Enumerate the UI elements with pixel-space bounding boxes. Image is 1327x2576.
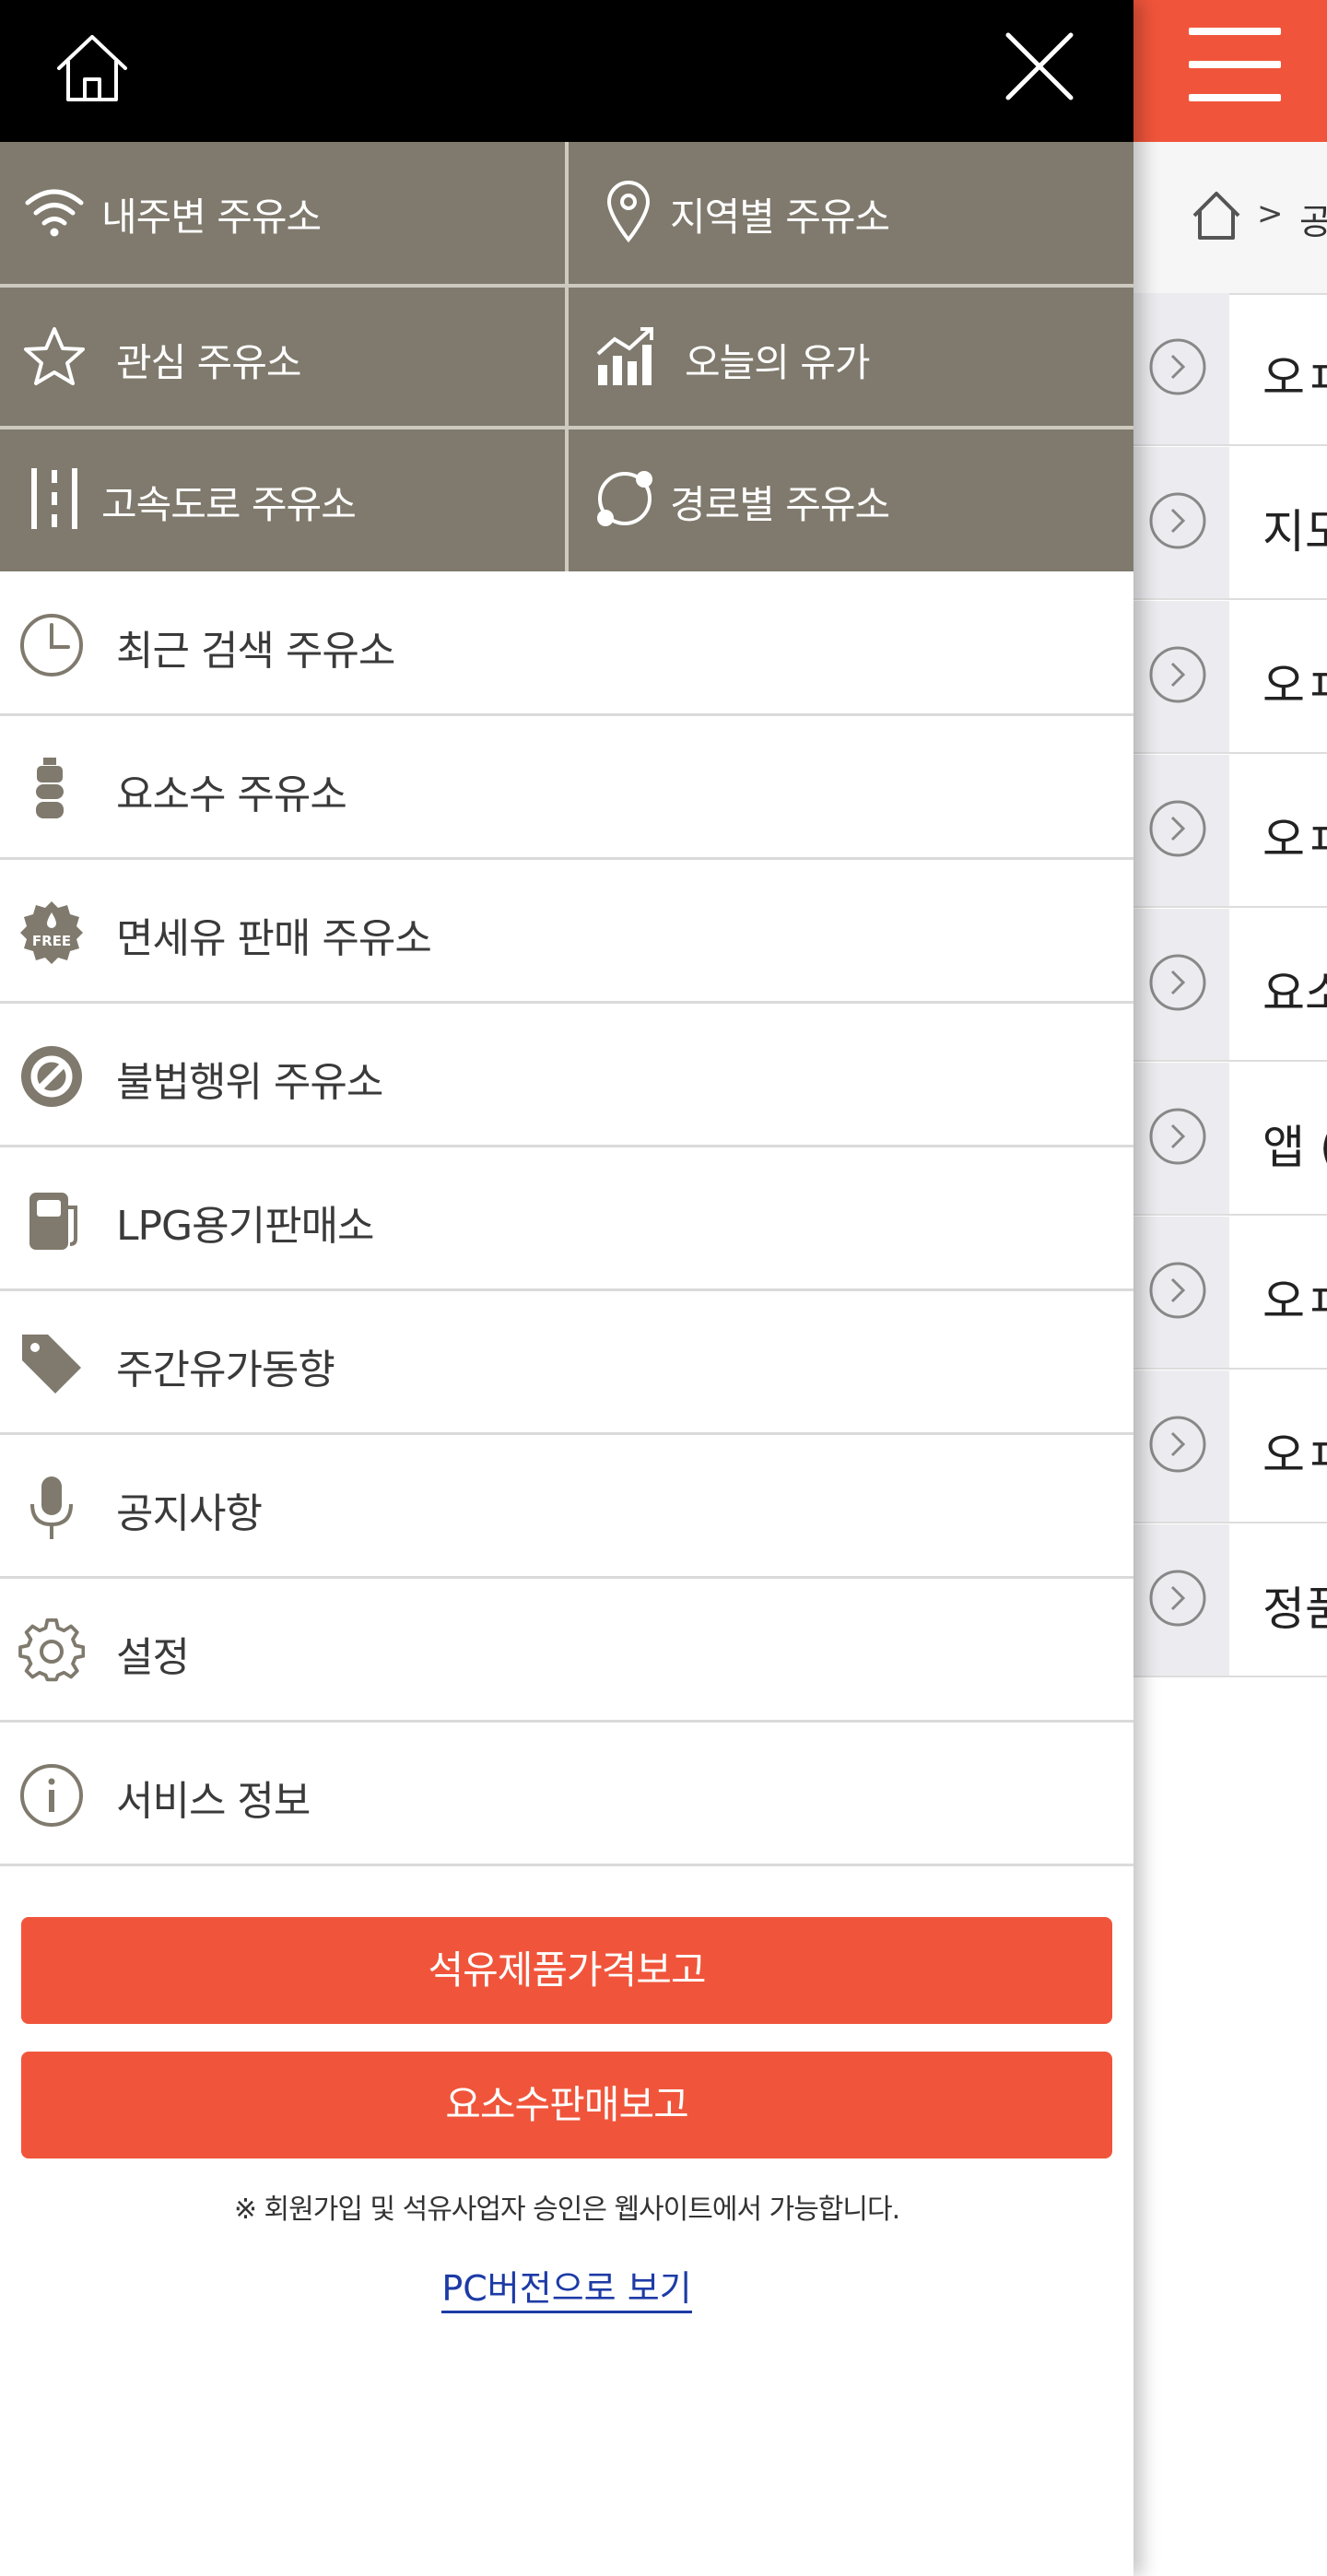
list-item[interactable]: 정품 xyxy=(1133,1524,1327,1677)
menu-item-label: LPG용기판매소 xyxy=(116,1203,375,1250)
navigation-drawer: 내주변 주유소 지역별 주유소 관심 주유소 오늘의 유가 고속도로 주유소 경… xyxy=(0,0,1133,2576)
grid-item-label: 경로별 주유소 xyxy=(670,482,890,527)
lpg-cylinder-icon xyxy=(29,1193,77,1250)
list-item[interactable]: 오ㅍ xyxy=(1133,1370,1327,1523)
breadcrumb: > 공 xyxy=(1133,142,1327,295)
grid-item-highway-stations[interactable]: 고속도로 주유소 xyxy=(0,429,565,571)
grid-item-route-stations[interactable]: 경로별 주유소 xyxy=(569,429,1133,571)
menu-item-notices[interactable]: 공지사항 xyxy=(0,1434,1133,1579)
home-icon[interactable] xyxy=(53,29,131,107)
location-pin-icon xyxy=(606,181,651,243)
list-item[interactable]: 오ㅍ xyxy=(1133,1217,1327,1370)
menu-item-urea-stations[interactable]: 요소수 주유소 xyxy=(0,715,1133,860)
grid-item-today-price[interactable]: 오늘의 유가 xyxy=(569,288,1133,429)
grid-item-nearby-stations[interactable]: 내주변 주유소 xyxy=(0,142,565,284)
hamburger-bar xyxy=(1189,61,1281,68)
menu-item-recent-search[interactable]: 최근 검색 주유소 xyxy=(0,571,1133,716)
menu-item-label: 요소수 주유소 xyxy=(116,771,347,818)
signup-notice-text: ※ 회원가입 및 석유사업자 승인은 웹사이트에서 가능합니다. xyxy=(233,2194,900,2226)
menu-item-duty-free-stations[interactable]: FREE 면세유 판매 주유소 xyxy=(0,859,1133,1004)
grid-item-label: 오늘의 유가 xyxy=(685,340,871,385)
urea-bottle-icon xyxy=(36,758,64,818)
clock-icon xyxy=(20,614,83,676)
list-item-label: 지도 xyxy=(1262,505,1327,559)
home-icon[interactable] xyxy=(1189,188,1244,243)
petroleum-price-report-button[interactable]: 석유제품가격보고 xyxy=(21,1917,1112,2024)
list-item[interactable]: 지도 xyxy=(1133,447,1327,600)
chevron-circle-icon xyxy=(1149,1262,1206,1319)
list-item-label: 요소 xyxy=(1262,967,1327,1020)
wifi-icon xyxy=(25,189,84,237)
hamburger-bar xyxy=(1189,28,1281,35)
hamburger-bar xyxy=(1189,94,1281,101)
menu-item-label: 최근 검색 주유소 xyxy=(116,628,395,675)
menu-item-illegal-stations[interactable]: 불법행위 주유소 xyxy=(0,1003,1133,1147)
menu-item-weekly-price-trend[interactable]: 주간유가동향 xyxy=(0,1290,1133,1435)
info-icon xyxy=(20,1764,83,1827)
menu-item-label: 설정 xyxy=(116,1634,190,1681)
grid-item-regional-stations[interactable]: 지역별 주유소 xyxy=(569,142,1133,284)
list-item[interactable]: 오ㅍ xyxy=(1133,601,1327,754)
chevron-circle-icon xyxy=(1149,954,1206,1011)
close-icon[interactable] xyxy=(1003,29,1076,103)
star-icon xyxy=(24,327,85,385)
list-item[interactable]: 앱 ( xyxy=(1133,1063,1327,1216)
breadcrumb-current: 공 xyxy=(1299,202,1327,242)
free-badge-icon: FREE xyxy=(20,901,83,964)
highway-icon xyxy=(31,468,77,529)
list-item[interactable]: 오ㅍ xyxy=(1133,755,1327,908)
list-item[interactable]: 오ㅍ xyxy=(1133,293,1327,446)
menu-item-settings[interactable]: 설정 xyxy=(0,1578,1133,1723)
drawer-header xyxy=(0,0,1133,142)
list-item-label: 오ㅍ xyxy=(1262,813,1327,866)
grid-item-label: 지역별 주유소 xyxy=(670,194,890,240)
list-item-label: 오ㅍ xyxy=(1262,1429,1327,1482)
gear-icon xyxy=(18,1618,85,1682)
menu-item-service-info[interactable]: 서비스 정보 xyxy=(0,1722,1133,1866)
free-badge-text: FREE xyxy=(32,933,71,949)
chevron-circle-icon xyxy=(1149,338,1206,395)
grid-item-label: 관심 주유소 xyxy=(116,340,302,385)
grid-item-favorite-stations[interactable]: 관심 주유소 xyxy=(0,288,565,429)
list-item-label: 정품 xyxy=(1262,1582,1327,1636)
menu-item-label: 면세유 판매 주유소 xyxy=(116,915,432,962)
menu-item-label: 주간유가동향 xyxy=(116,1347,335,1394)
grid-item-label: 내주변 주유소 xyxy=(101,194,322,240)
list-item-label: 오ㅍ xyxy=(1262,1275,1327,1328)
pc-version-link-text[interactable]: PC버전으로 보기 xyxy=(441,2268,692,2313)
quick-menu-grid: 내주변 주유소 지역별 주유소 관심 주유소 오늘의 유가 고속도로 주유소 경… xyxy=(0,142,1133,571)
price-tag-icon xyxy=(22,1335,81,1394)
urea-sales-report-button[interactable]: 요소수판매보고 xyxy=(21,2052,1112,2158)
list-item-label: 오ㅍ xyxy=(1262,659,1327,712)
menu-item-label: 서비스 정보 xyxy=(116,1778,311,1825)
chevron-circle-icon xyxy=(1149,492,1206,549)
list-item[interactable]: 요소 xyxy=(1133,909,1327,1062)
chevron-circle-icon xyxy=(1149,1108,1206,1165)
chevron-circle-icon xyxy=(1149,646,1206,703)
breadcrumb-separator: > xyxy=(1257,195,1284,232)
menu-item-label: 불법행위 주유소 xyxy=(116,1059,383,1106)
prohibited-icon xyxy=(21,1046,82,1107)
pc-version-link[interactable]: PC버전으로 보기 xyxy=(0,2260,1133,2313)
chevron-circle-icon xyxy=(1149,1570,1206,1627)
microphone-icon xyxy=(30,1476,73,1539)
grid-item-label: 고속도로 주유소 xyxy=(101,482,357,527)
chart-icon xyxy=(596,327,653,385)
list-item-label: 앱 ( xyxy=(1262,1121,1327,1174)
background-page: > 공 오ㅍ 지도 오ㅍ 오ㅍ 요소 앱 ( 오ㅍ 오ㅍ xyxy=(1133,0,1327,2576)
chevron-circle-icon xyxy=(1149,1416,1206,1473)
menu-item-lpg-seller[interactable]: LPG용기판매소 xyxy=(0,1147,1133,1291)
background-header xyxy=(1133,0,1327,142)
hamburger-menu-button[interactable] xyxy=(1189,28,1281,101)
route-icon xyxy=(597,471,652,526)
chevron-circle-icon xyxy=(1149,800,1206,857)
menu-item-label: 공지사항 xyxy=(116,1490,263,1537)
list-item-label: 오ㅍ xyxy=(1262,351,1327,405)
